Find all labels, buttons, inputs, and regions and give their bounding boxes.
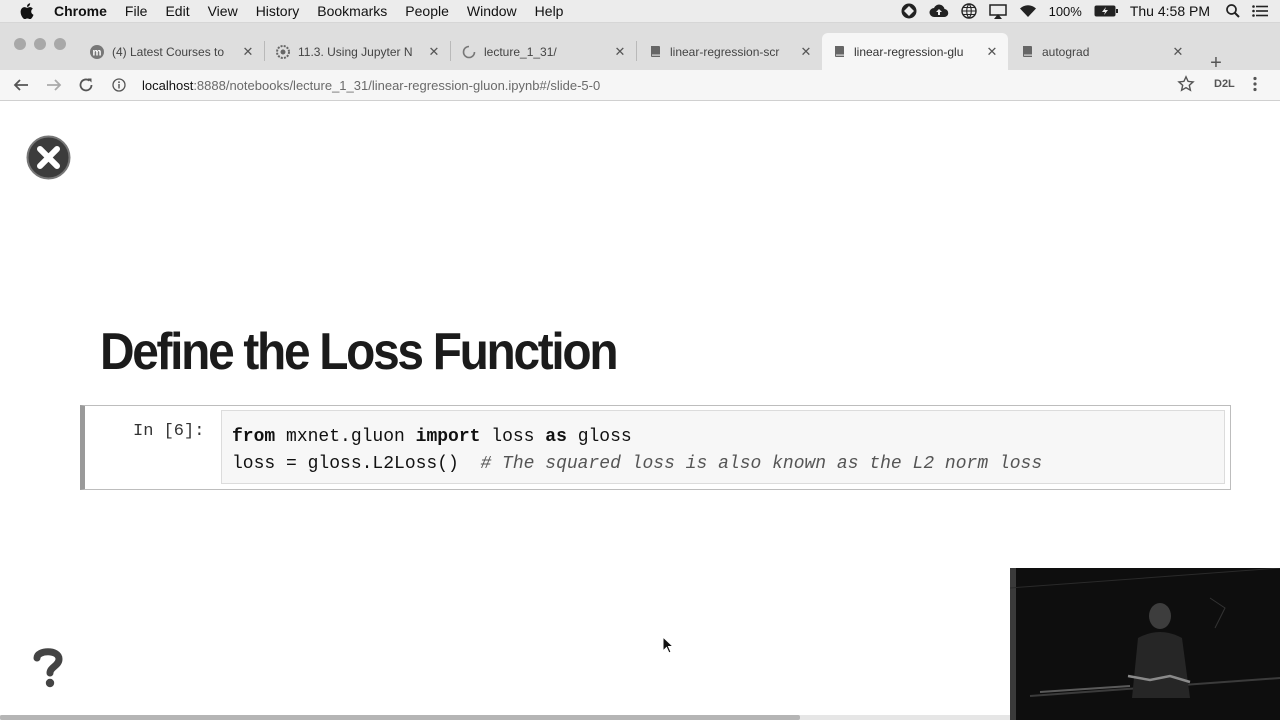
- back-button[interactable]: [10, 74, 32, 96]
- screen-record-icon[interactable]: [901, 3, 917, 19]
- loading-spinner-icon: [462, 45, 476, 59]
- notification-center-icon[interactable]: [1252, 5, 1268, 17]
- tab-close-icon[interactable]: ✕: [240, 44, 256, 60]
- question-mark-icon: [33, 648, 63, 688]
- airplay-icon[interactable]: [988, 3, 1007, 19]
- menu-app-chrome[interactable]: Chrome: [54, 3, 107, 19]
- tab-divider: [450, 41, 451, 61]
- menu-bar: Chrome File Edit View History Bookmarks …: [0, 0, 1280, 23]
- help-button[interactable]: [30, 646, 66, 688]
- tab-linear-regression-gluon[interactable]: linear-regression-glu ✕: [822, 33, 1008, 70]
- menu-edit[interactable]: Edit: [165, 3, 189, 19]
- tab-strip: m (4) Latest Courses to ✕ 11.3. Using Ju…: [0, 23, 1280, 73]
- tab-close-icon[interactable]: ✕: [798, 44, 814, 60]
- svg-text:m: m: [93, 47, 102, 58]
- menu-bookmarks[interactable]: Bookmarks: [317, 3, 387, 19]
- code-token: loss: [480, 427, 546, 447]
- spotlight-search-icon[interactable]: [1226, 4, 1240, 18]
- cloud-upload-icon[interactable]: [929, 4, 949, 18]
- bookmark-star-icon[interactable]: [1177, 75, 1195, 98]
- menubar-clock[interactable]: Thu 4:58 PM: [1130, 3, 1210, 19]
- mouse-cursor-icon: [662, 635, 675, 654]
- keyword-import: import: [415, 427, 481, 447]
- tab-linear-regression-scratch[interactable]: linear-regression-scr ✕: [638, 33, 822, 70]
- site-info-icon[interactable]: [112, 77, 128, 93]
- tab-title: lecture_1_31/: [484, 44, 557, 59]
- menu-window[interactable]: Window: [467, 3, 517, 19]
- notebook-icon: [1020, 45, 1034, 59]
- horizontal-scrollbar-thumb[interactable]: [0, 715, 800, 720]
- close-circle-icon: [26, 135, 71, 180]
- wifi-icon[interactable]: [1019, 4, 1037, 18]
- tab-lecture-folder[interactable]: lecture_1_31/ ✕: [452, 33, 636, 70]
- keyword-from: from: [232, 427, 276, 447]
- tab-title: autograd: [1042, 44, 1090, 59]
- code-line-2: loss = gloss.L2Loss() # The squared loss…: [232, 451, 1224, 478]
- gear-logo-icon: [276, 44, 290, 59]
- globe-icon[interactable]: [960, 3, 977, 19]
- back-arrow-icon: [13, 79, 28, 91]
- minimize-window-button[interactable]: [34, 38, 46, 50]
- menu-view[interactable]: View: [208, 3, 238, 19]
- code-line-1: from mxnet.gluon import loss as gloss: [232, 424, 1224, 451]
- battery-percent: 100%: [1048, 3, 1082, 19]
- menu-history[interactable]: History: [256, 3, 300, 19]
- status-area: 100% Thu 4:58 PM: [901, 0, 1280, 22]
- code-cell[interactable]: In [6]: from mxnet.gluon import loss as …: [80, 405, 1231, 490]
- tab-title: linear-regression-glu: [854, 44, 964, 59]
- window-controls: [14, 38, 74, 50]
- tab-divider: [264, 41, 265, 61]
- tab-close-icon[interactable]: ✕: [426, 44, 442, 60]
- apple-icon[interactable]: [20, 3, 36, 19]
- tab-title: (4) Latest Courses to: [112, 44, 225, 59]
- tab-close-icon[interactable]: ✕: [612, 44, 628, 60]
- reload-icon: [79, 78, 93, 92]
- tab-close-icon[interactable]: ✕: [1170, 44, 1186, 60]
- input-prompt: In [6]:: [133, 422, 205, 441]
- tab-close-icon[interactable]: ✕: [984, 44, 1000, 60]
- tab-latest-courses[interactable]: m (4) Latest Courses to ✕: [80, 33, 264, 70]
- close-slideshow-button[interactable]: [26, 135, 71, 180]
- url-host: localhost: [142, 77, 194, 93]
- address-bar[interactable]: localhost:8888/notebooks/lecture_1_31/li…: [112, 72, 600, 98]
- notebook-icon: [648, 45, 662, 59]
- tab-autograd[interactable]: autograd ✕: [1010, 33, 1194, 70]
- tab-using-jupyter[interactable]: 11.3. Using Jupyter N ✕: [266, 33, 450, 70]
- menu-help[interactable]: Help: [535, 3, 564, 19]
- extension-d2l-button[interactable]: D2L: [1214, 78, 1235, 90]
- m-logo-icon: m: [90, 44, 104, 59]
- tab-divider: [636, 41, 637, 61]
- chrome-menu-icon[interactable]: [1252, 75, 1258, 98]
- battery-icon[interactable]: [1094, 5, 1118, 17]
- browser-toolbar: localhost:8888/notebooks/lecture_1_31/li…: [0, 70, 1280, 101]
- code-editor[interactable]: from mxnet.gluon import loss as gloss los…: [221, 410, 1225, 484]
- tab-title: linear-regression-scr: [670, 44, 780, 59]
- close-window-button[interactable]: [14, 38, 26, 50]
- code-token: loss = gloss.L2Loss(): [232, 454, 481, 474]
- url-path: :8888/notebooks/lecture_1_31/linear-regr…: [193, 77, 601, 93]
- notebook-icon: [832, 45, 846, 59]
- presenter-video-image: [1010, 568, 1280, 720]
- tab-title: 11.3. Using Jupyter N: [298, 44, 413, 59]
- code-token: gloss: [566, 427, 632, 447]
- keyword-as: as: [545, 427, 567, 447]
- presenter-video-overlay: [1010, 568, 1280, 720]
- slide-title: Define the Loss Function: [100, 323, 619, 381]
- code-comment: # The squared loss is also known as the …: [480, 454, 1043, 474]
- menu-file[interactable]: File: [125, 3, 148, 19]
- code-token: mxnet.gluon: [275, 427, 416, 447]
- forward-button[interactable]: [43, 74, 65, 96]
- zoom-window-button[interactable]: [54, 38, 66, 50]
- forward-arrow-icon: [47, 79, 62, 91]
- menu-people[interactable]: People: [405, 3, 449, 19]
- reload-button[interactable]: [75, 74, 97, 96]
